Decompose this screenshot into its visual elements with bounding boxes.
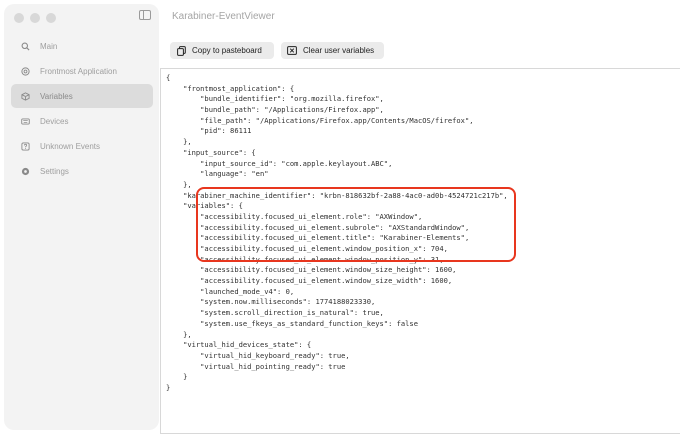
close-window-button[interactable] (14, 13, 24, 23)
copy-to-pasteboard-button[interactable]: Copy to pasteboard (170, 42, 274, 59)
clear-icon (287, 46, 297, 56)
json-line: "bundle_identifier": "org.mozilla.firefo… (166, 94, 384, 104)
sidebar-item-label: Variables (40, 91, 73, 101)
sidebar-toggle-icon[interactable] (139, 10, 151, 20)
sidebar-item-unknown-events[interactable]: Unknown Events (11, 134, 153, 158)
sidebar-item-frontmost-application[interactable]: Frontmost Application (11, 59, 153, 83)
json-line: }, (166, 329, 192, 339)
gear-icon (18, 167, 32, 176)
json-line: "variables": { (166, 201, 243, 211)
json-line: "accessibility.focused_ui_element.window… (166, 254, 444, 264)
json-line: "virtual_hid_keyboard_ready": true, (166, 350, 350, 360)
search-icon (18, 42, 32, 51)
json-line: "language": "en" (166, 169, 269, 179)
sidebar-item-label: Frontmost Application (40, 66, 117, 76)
zoom-window-button[interactable] (46, 13, 56, 23)
minimize-window-button[interactable] (30, 13, 40, 23)
json-line: "system.scroll_direction_is_natural": tr… (166, 308, 384, 318)
json-line: { (166, 73, 171, 82)
sidebar-item-label: Unknown Events (40, 141, 101, 151)
json-line: } (166, 382, 171, 392)
event-viewer-window: Main Frontmost Application Variables Dev… (0, 0, 680, 434)
clear-button-label: Clear user variables (303, 46, 375, 55)
clear-user-variables-button[interactable]: Clear user variables (281, 42, 384, 59)
json-line: "accessibility.focused_ui_element.role":… (166, 211, 423, 221)
json-line: "accessibility.focused_ui_element.window… (166, 244, 448, 253)
json-output-panel[interactable]: { "frontmost_application": { "bundle_ide… (160, 68, 680, 434)
json-line: "accessibility.focused_ui_element.title"… (166, 233, 470, 243)
json-line: "system.now.milliseconds": 1774188023330… (166, 297, 376, 307)
question-icon (18, 141, 32, 151)
json-line: "launched_mode_v4": 0, (166, 286, 295, 296)
sidebar-item-devices[interactable]: Devices (11, 109, 153, 133)
json-line: "bundle_path": "/Applications/Firefox.ap… (166, 105, 384, 115)
json-line: "accessibility.focused_ui_element.window… (166, 265, 457, 275)
json-line: "virtual_hid_pointing_ready": true (166, 361, 346, 371)
sidebar-item-label: Main (40, 41, 58, 51)
json-line: "input_source_id": "com.apple.keylayout.… (166, 158, 393, 168)
cube-icon (18, 91, 32, 101)
sidebar-item-variables[interactable]: Variables (11, 84, 153, 108)
sidebar-item-label: Devices (40, 116, 69, 126)
json-line: } (166, 372, 188, 382)
json-line: "file_path": "/Applications/Firefox.app/… (166, 115, 474, 125)
json-line: "karabiner_machine_identifier": "krbn-81… (166, 190, 508, 200)
window-controls (14, 13, 56, 23)
json-line: "accessibility.focused_ui_element.subrol… (166, 222, 470, 232)
json-line: "pid": 86111 (166, 126, 252, 136)
sidebar: Main Frontmost Application Variables Dev… (4, 4, 159, 430)
json-line: "frontmost_application": { (166, 83, 295, 93)
frontmost-app-icon (18, 66, 32, 76)
json-line: "accessibility.focused_ui_element.window… (166, 276, 453, 286)
json-line: }, (166, 137, 192, 147)
json-line: "virtual_hid_devices_state": { (166, 340, 312, 350)
json-line: }, (166, 179, 192, 189)
json-output-text: { "frontmost_application": { "bundle_ide… (166, 73, 508, 394)
window-title: Karabiner-EventViewer (172, 11, 275, 22)
copy-icon (176, 45, 186, 56)
sidebar-item-settings[interactable]: Settings (11, 159, 153, 183)
sidebar-item-label: Settings (40, 166, 69, 176)
json-line: "system.use_fkeys_as_standard_function_k… (166, 318, 418, 328)
sidebar-nav: Main Frontmost Application Variables Dev… (11, 34, 153, 184)
sidebar-item-main[interactable]: Main (11, 34, 153, 58)
keyboard-icon (18, 117, 32, 126)
copy-button-label: Copy to pasteboard (192, 46, 262, 55)
json-line: "input_source": { (166, 147, 256, 157)
